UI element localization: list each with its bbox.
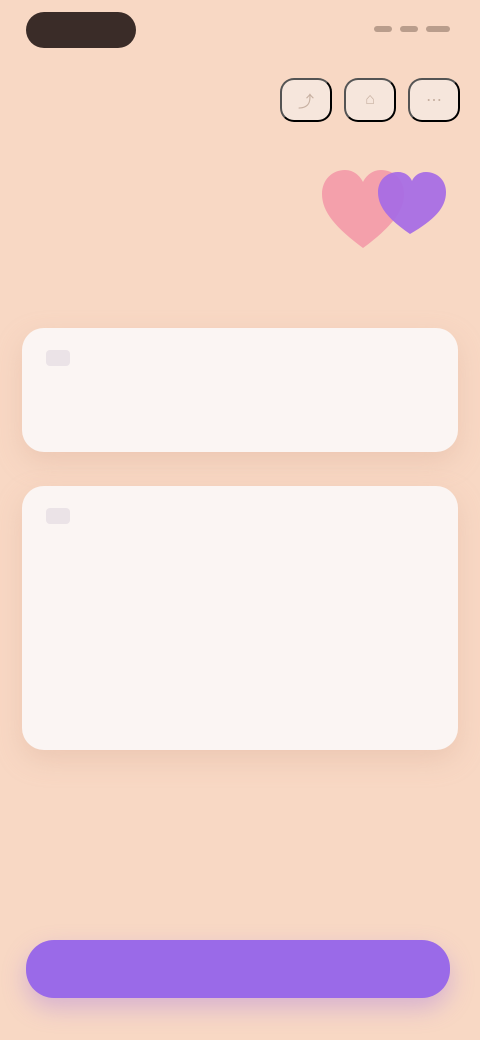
card-2-icon (46, 508, 70, 524)
card-1-header (46, 350, 80, 366)
more-button[interactable]: ⋯ (408, 78, 460, 122)
card-1-icon (46, 350, 70, 366)
card-2-row (42, 674, 416, 676)
signal-icon (374, 26, 392, 32)
card-2-row-1-index (42, 550, 64, 552)
card-2-row-2-index (42, 612, 64, 614)
card-2-row (42, 612, 416, 614)
share-button[interactable]: ⤴ (280, 78, 332, 122)
app-screen: ⤴ ⌂ ⋯ (0, 0, 480, 1040)
info-card-2 (22, 486, 458, 750)
more-icon: ⋯ (426, 92, 442, 109)
battery-icon (426, 26, 450, 32)
status-bar-pill (26, 12, 136, 48)
bookmark-icon: ⌂ (365, 91, 375, 108)
card-2-row-3-index (42, 674, 64, 676)
card-2-row (42, 550, 416, 552)
card-1-row (42, 394, 416, 396)
card-2-header (46, 508, 80, 524)
status-bar-icons (374, 26, 450, 32)
info-card-1 (22, 328, 458, 452)
wifi-icon (400, 26, 418, 32)
hearts-illustration (322, 170, 446, 248)
share-icon: ⤴ (297, 94, 314, 111)
page-title (24, 212, 250, 234)
bookmark-button[interactable]: ⌂ (344, 78, 396, 122)
card-1-row-index (42, 394, 64, 396)
top-action-bar: ⤴ ⌂ ⋯ (280, 78, 460, 122)
primary-cta-button[interactable] (26, 940, 450, 998)
